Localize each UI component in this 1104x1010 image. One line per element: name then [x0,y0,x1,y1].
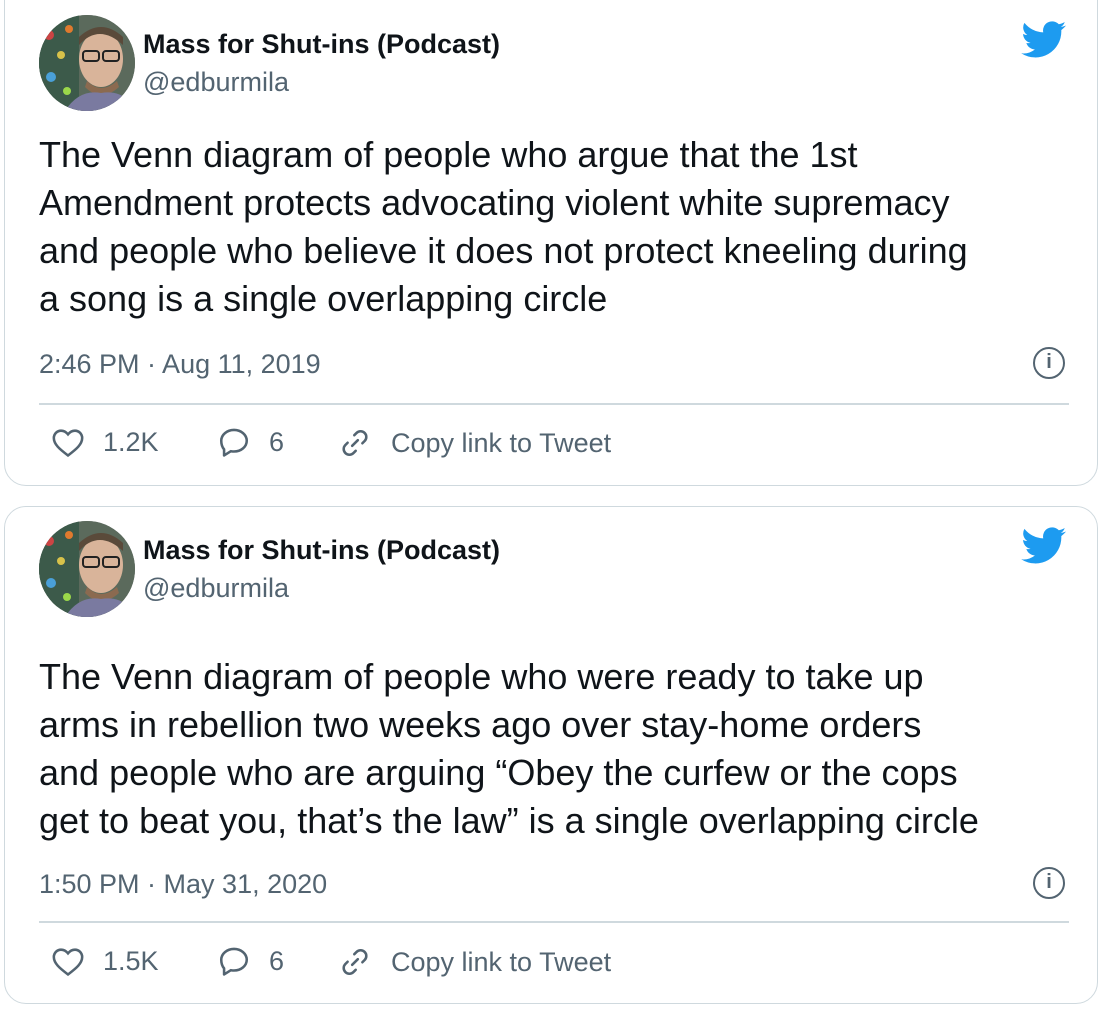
divider [39,921,1069,923]
tweet-card[interactable]: Mass for Shut-ins (Podcast) @edburmila T… [4,506,1098,1004]
info-icon[interactable]: i [1033,347,1065,379]
copy-link-button[interactable]: Copy link to Tweet [337,945,611,979]
avatar[interactable] [39,15,135,111]
link-icon [342,430,368,456]
tweet-timestamp[interactable]: 2:46 PM · Aug 11, 2019 [39,349,321,380]
display-name[interactable]: Mass for Shut-ins (Podcast) [143,535,500,566]
reply-button[interactable]: 6 [217,426,284,458]
tweet-header: Mass for Shut-ins (Podcast) @edburmila [39,15,1073,111]
tweet-stack: Mass for Shut-ins (Podcast) @edburmila T… [0,0,1104,1010]
like-button[interactable]: 1.2K [51,426,159,458]
heart-icon [52,948,84,977]
tweet-timestamp[interactable]: 1:50 PM · May 31, 2020 [39,869,327,900]
heart-icon [52,429,84,458]
reply-count: 6 [269,426,285,457]
like-button[interactable]: 1.5K [51,945,159,977]
tweet-header: Mass for Shut-ins (Podcast) @edburmila [39,521,1073,617]
tweet-text: The Venn diagram of people who were read… [39,656,979,841]
reply-icon [219,428,249,457]
reply-count: 6 [269,945,285,976]
tweet-text: The Venn diagram of people who argue tha… [39,134,968,319]
avatar[interactable] [39,521,135,617]
twitter-bird-icon[interactable] [1021,21,1067,59]
reply-button[interactable]: 6 [217,945,284,977]
copy-link-button[interactable]: Copy link to Tweet [337,426,611,460]
copy-link-label: Copy link to Tweet [391,427,612,458]
user-handle[interactable]: @edburmila [143,67,289,98]
tweet-actions: 1.5K 6 Copy link to Tweet [51,945,1067,985]
info-icon[interactable]: i [1033,867,1065,899]
tweet-card[interactable]: Mass for Shut-ins (Podcast) @edburmila T… [4,0,1098,486]
display-name[interactable]: Mass for Shut-ins (Podcast) [143,29,500,60]
tweet-actions: 1.2K 6 Copy link to Tweet [51,426,1067,466]
like-count: 1.2K [103,426,159,457]
user-handle[interactable]: @edburmila [143,573,289,604]
twitter-bird-icon[interactable] [1021,527,1067,565]
like-count: 1.5K [103,945,159,976]
divider [39,403,1069,405]
link-icon [342,949,368,975]
reply-icon [219,947,249,976]
copy-link-label: Copy link to Tweet [391,946,612,977]
